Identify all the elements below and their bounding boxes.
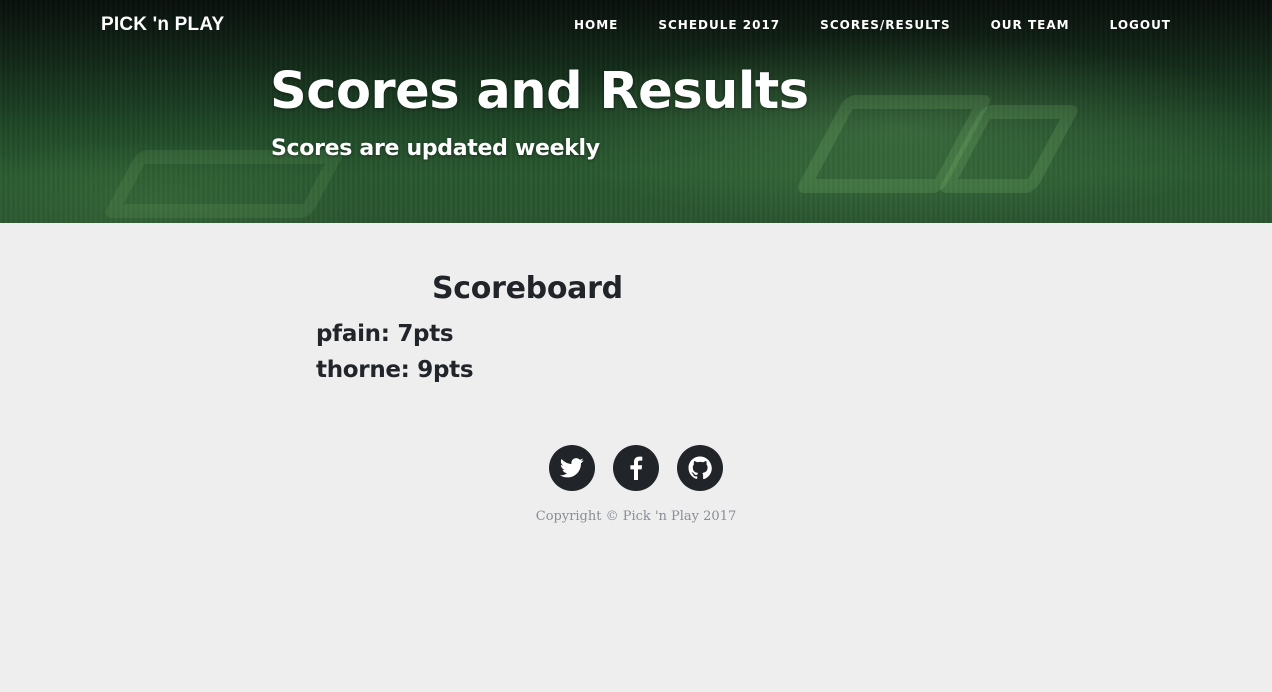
brand-logo-link[interactable]: PICK 'n PLAY <box>101 14 224 36</box>
nav-logout[interactable]: LOGOUT <box>1110 18 1171 32</box>
score-entry: thorne: 9pts <box>316 357 474 383</box>
copyright-text: Copyright © Pick 'n Play 2017 <box>535 509 737 524</box>
twitter-link[interactable] <box>549 445 595 491</box>
score-entry: pfain: 7pts <box>316 321 454 347</box>
main-nav: HOME SCHEDULE 2017 SCORES/RESULTS OUR TE… <box>574 18 1171 32</box>
page-subtitle: Scores are updated weekly <box>271 136 600 161</box>
nav-home[interactable]: HOME <box>574 18 618 32</box>
nav-scores-results[interactable]: SCORES/RESULTS <box>820 18 950 32</box>
hero-header: PICK 'n PLAY HOME SCHEDULE 2017 SCORES/R… <box>0 0 1272 223</box>
nav-our-team[interactable]: OUR TEAM <box>991 18 1070 32</box>
scoreboard-title: Scoreboard <box>432 271 623 306</box>
facebook-icon <box>630 456 643 480</box>
github-link[interactable] <box>677 445 723 491</box>
github-icon <box>688 456 712 480</box>
nav-schedule-2017[interactable]: SCHEDULE 2017 <box>658 18 780 32</box>
page-title: Scores and Results <box>270 62 809 121</box>
scoreboard-list: pfain: 7pts thorne: 9pts <box>316 318 474 390</box>
twitter-icon <box>560 458 584 478</box>
social-links <box>549 445 723 491</box>
facebook-link[interactable] <box>613 445 659 491</box>
